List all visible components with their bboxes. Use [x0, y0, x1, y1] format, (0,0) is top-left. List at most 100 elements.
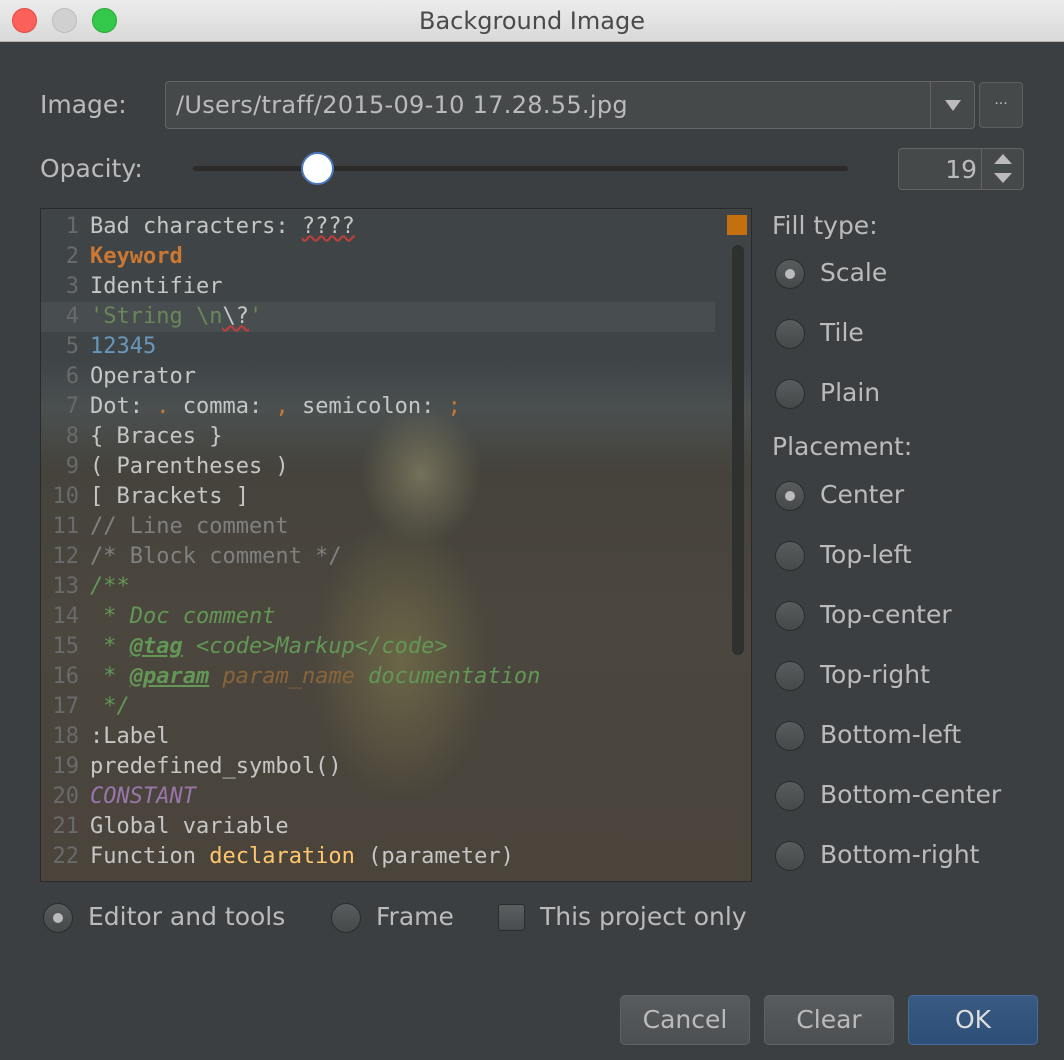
placement-radio-bottom-left[interactable]	[775, 721, 805, 751]
code-token: 12345	[90, 334, 157, 359]
editor-line: 7 Dot: . comma: , semicolon: ;	[41, 392, 715, 422]
line-number: 18	[52, 724, 80, 749]
code-token: declaration	[209, 844, 355, 869]
fill-type-label-tile[interactable]: Tile	[820, 318, 864, 347]
code-token: Operator	[90, 364, 196, 389]
frame-radio[interactable]	[331, 903, 361, 933]
placement-label-center[interactable]: Center	[820, 480, 904, 509]
line-number: 2	[65, 244, 79, 269]
opacity-slider-track[interactable]	[193, 166, 848, 171]
spinner-down-icon[interactable]	[994, 173, 1012, 183]
editor-line: 12 /* Block comment */	[41, 542, 715, 572]
placement-radio-center[interactable]	[775, 481, 805, 511]
opacity-label: Opacity:	[40, 154, 143, 183]
cancel-button[interactable]: Cancel	[620, 995, 750, 1045]
vertical-scrollbar[interactable]	[732, 245, 744, 655]
line-number: 7	[65, 394, 79, 419]
editor-line: 22 Function declaration (parameter)	[41, 842, 715, 872]
line-number: 19	[52, 754, 80, 779]
code-token: @tag	[129, 634, 183, 659]
opacity-spinner[interactable]: 19	[898, 148, 1024, 190]
editor-and-tools-label[interactable]: Editor and tools	[88, 902, 285, 931]
editor-line: 5 12345	[41, 332, 715, 362]
fill-type-label-scale[interactable]: Scale	[820, 258, 887, 287]
image-path-value[interactable]: /Users/traff/2015-09-10 17.28.55.jpg	[176, 91, 628, 119]
code-token: :Label	[90, 724, 170, 749]
code-token: .	[156, 394, 170, 419]
code-token: { Braces }	[90, 424, 223, 449]
code-token: * Doc comment	[90, 604, 276, 629]
line-number: 21	[52, 814, 80, 839]
line-number: 9	[65, 454, 79, 479]
image-label: Image:	[40, 90, 127, 119]
editor-line: 3 Identifier	[41, 272, 715, 302]
opacity-value[interactable]: 19	[945, 155, 977, 184]
code-token: Function	[90, 844, 210, 869]
fill-type-label-plain[interactable]: Plain	[820, 378, 880, 407]
code-token: documentation	[354, 664, 541, 689]
placement-radio-top-right[interactable]	[775, 661, 805, 691]
clear-button[interactable]: Clear	[764, 995, 894, 1045]
line-number: 6	[65, 364, 79, 389]
editor-line: 4 'String \n\?'	[41, 302, 715, 332]
code-token: *	[90, 634, 130, 659]
line-number: 12	[52, 544, 80, 569]
code-token: ????	[301, 214, 355, 239]
placement-label-bottom-center[interactable]: Bottom-center	[820, 780, 1001, 809]
editor-line: 19 predefined_symbol()	[41, 752, 715, 782]
code-token: // Line comment	[90, 514, 289, 539]
line-number: 4	[65, 304, 79, 329]
line-number: 14	[52, 604, 80, 629]
code-token: *	[90, 664, 130, 689]
opacity-slider-handle[interactable]	[301, 152, 335, 185]
placement-label-bottom-left[interactable]: Bottom-left	[820, 720, 961, 749]
code-token: */	[90, 694, 130, 719]
spinner-buttons[interactable]	[981, 149, 1023, 189]
placement-radio-bottom-center[interactable]	[775, 781, 805, 811]
fill-type-radio-plain[interactable]	[775, 379, 805, 409]
placement-label-bottom-right[interactable]: Bottom-right	[820, 840, 979, 869]
placement-label-top-left[interactable]: Top-left	[820, 540, 912, 569]
line-number: 8	[65, 424, 79, 449]
editor-and-tools-radio[interactable]	[43, 903, 73, 933]
line-number: 15	[52, 634, 80, 659]
code-token: <code>Markup</code>	[182, 634, 448, 659]
code-token: ;	[447, 394, 461, 419]
code-token: predefined_symbol()	[90, 754, 342, 779]
browse-button[interactable]: ...	[979, 82, 1023, 128]
fill-type-radio-scale[interactable]	[775, 259, 805, 289]
line-number: 11	[52, 514, 80, 539]
editor-line: 10 [ Brackets ]	[41, 482, 715, 512]
code-token: Identifier	[90, 274, 223, 299]
code-token: '	[248, 304, 263, 329]
editor-line: 13 /**	[41, 572, 715, 602]
chevron-down-icon[interactable]	[930, 82, 974, 128]
this-project-only-checkbox[interactable]	[498, 904, 525, 931]
error-marker-icon[interactable]	[727, 215, 747, 235]
code-token: \n	[195, 304, 223, 329]
spinner-up-icon[interactable]	[994, 154, 1012, 164]
editor-line: 17 */	[41, 692, 715, 722]
placement-label-top-center[interactable]: Top-center	[820, 600, 952, 629]
line-number: 10	[52, 484, 80, 509]
frame-label[interactable]: Frame	[376, 902, 454, 931]
line-number: 1	[65, 214, 79, 239]
image-path-combo[interactable]: /Users/traff/2015-09-10 17.28.55.jpg	[165, 81, 975, 129]
editor-line: 6 Operator	[41, 362, 715, 392]
editor-line: 15 * @tag <code>Markup</code>	[41, 632, 715, 662]
code-token: /**	[90, 574, 130, 599]
ok-button[interactable]: OK	[908, 995, 1038, 1045]
placement-radio-top-center[interactable]	[775, 601, 805, 631]
title-bar: Background Image	[0, 0, 1064, 42]
placement-radio-top-left[interactable]	[775, 541, 805, 571]
placement-radio-bottom-right[interactable]	[775, 841, 805, 871]
this-project-only-label[interactable]: This project only	[540, 902, 747, 931]
code-token: @param	[129, 664, 210, 689]
line-number: 3	[65, 274, 79, 299]
fill-type-radio-tile[interactable]	[775, 319, 805, 349]
editor-line: 21 Global variable	[41, 812, 715, 842]
code-token: CONSTANT	[90, 784, 196, 809]
placement-label-top-right[interactable]: Top-right	[820, 660, 930, 689]
code-token: Dot:	[90, 394, 157, 419]
code-token: semicolon:	[288, 394, 448, 419]
